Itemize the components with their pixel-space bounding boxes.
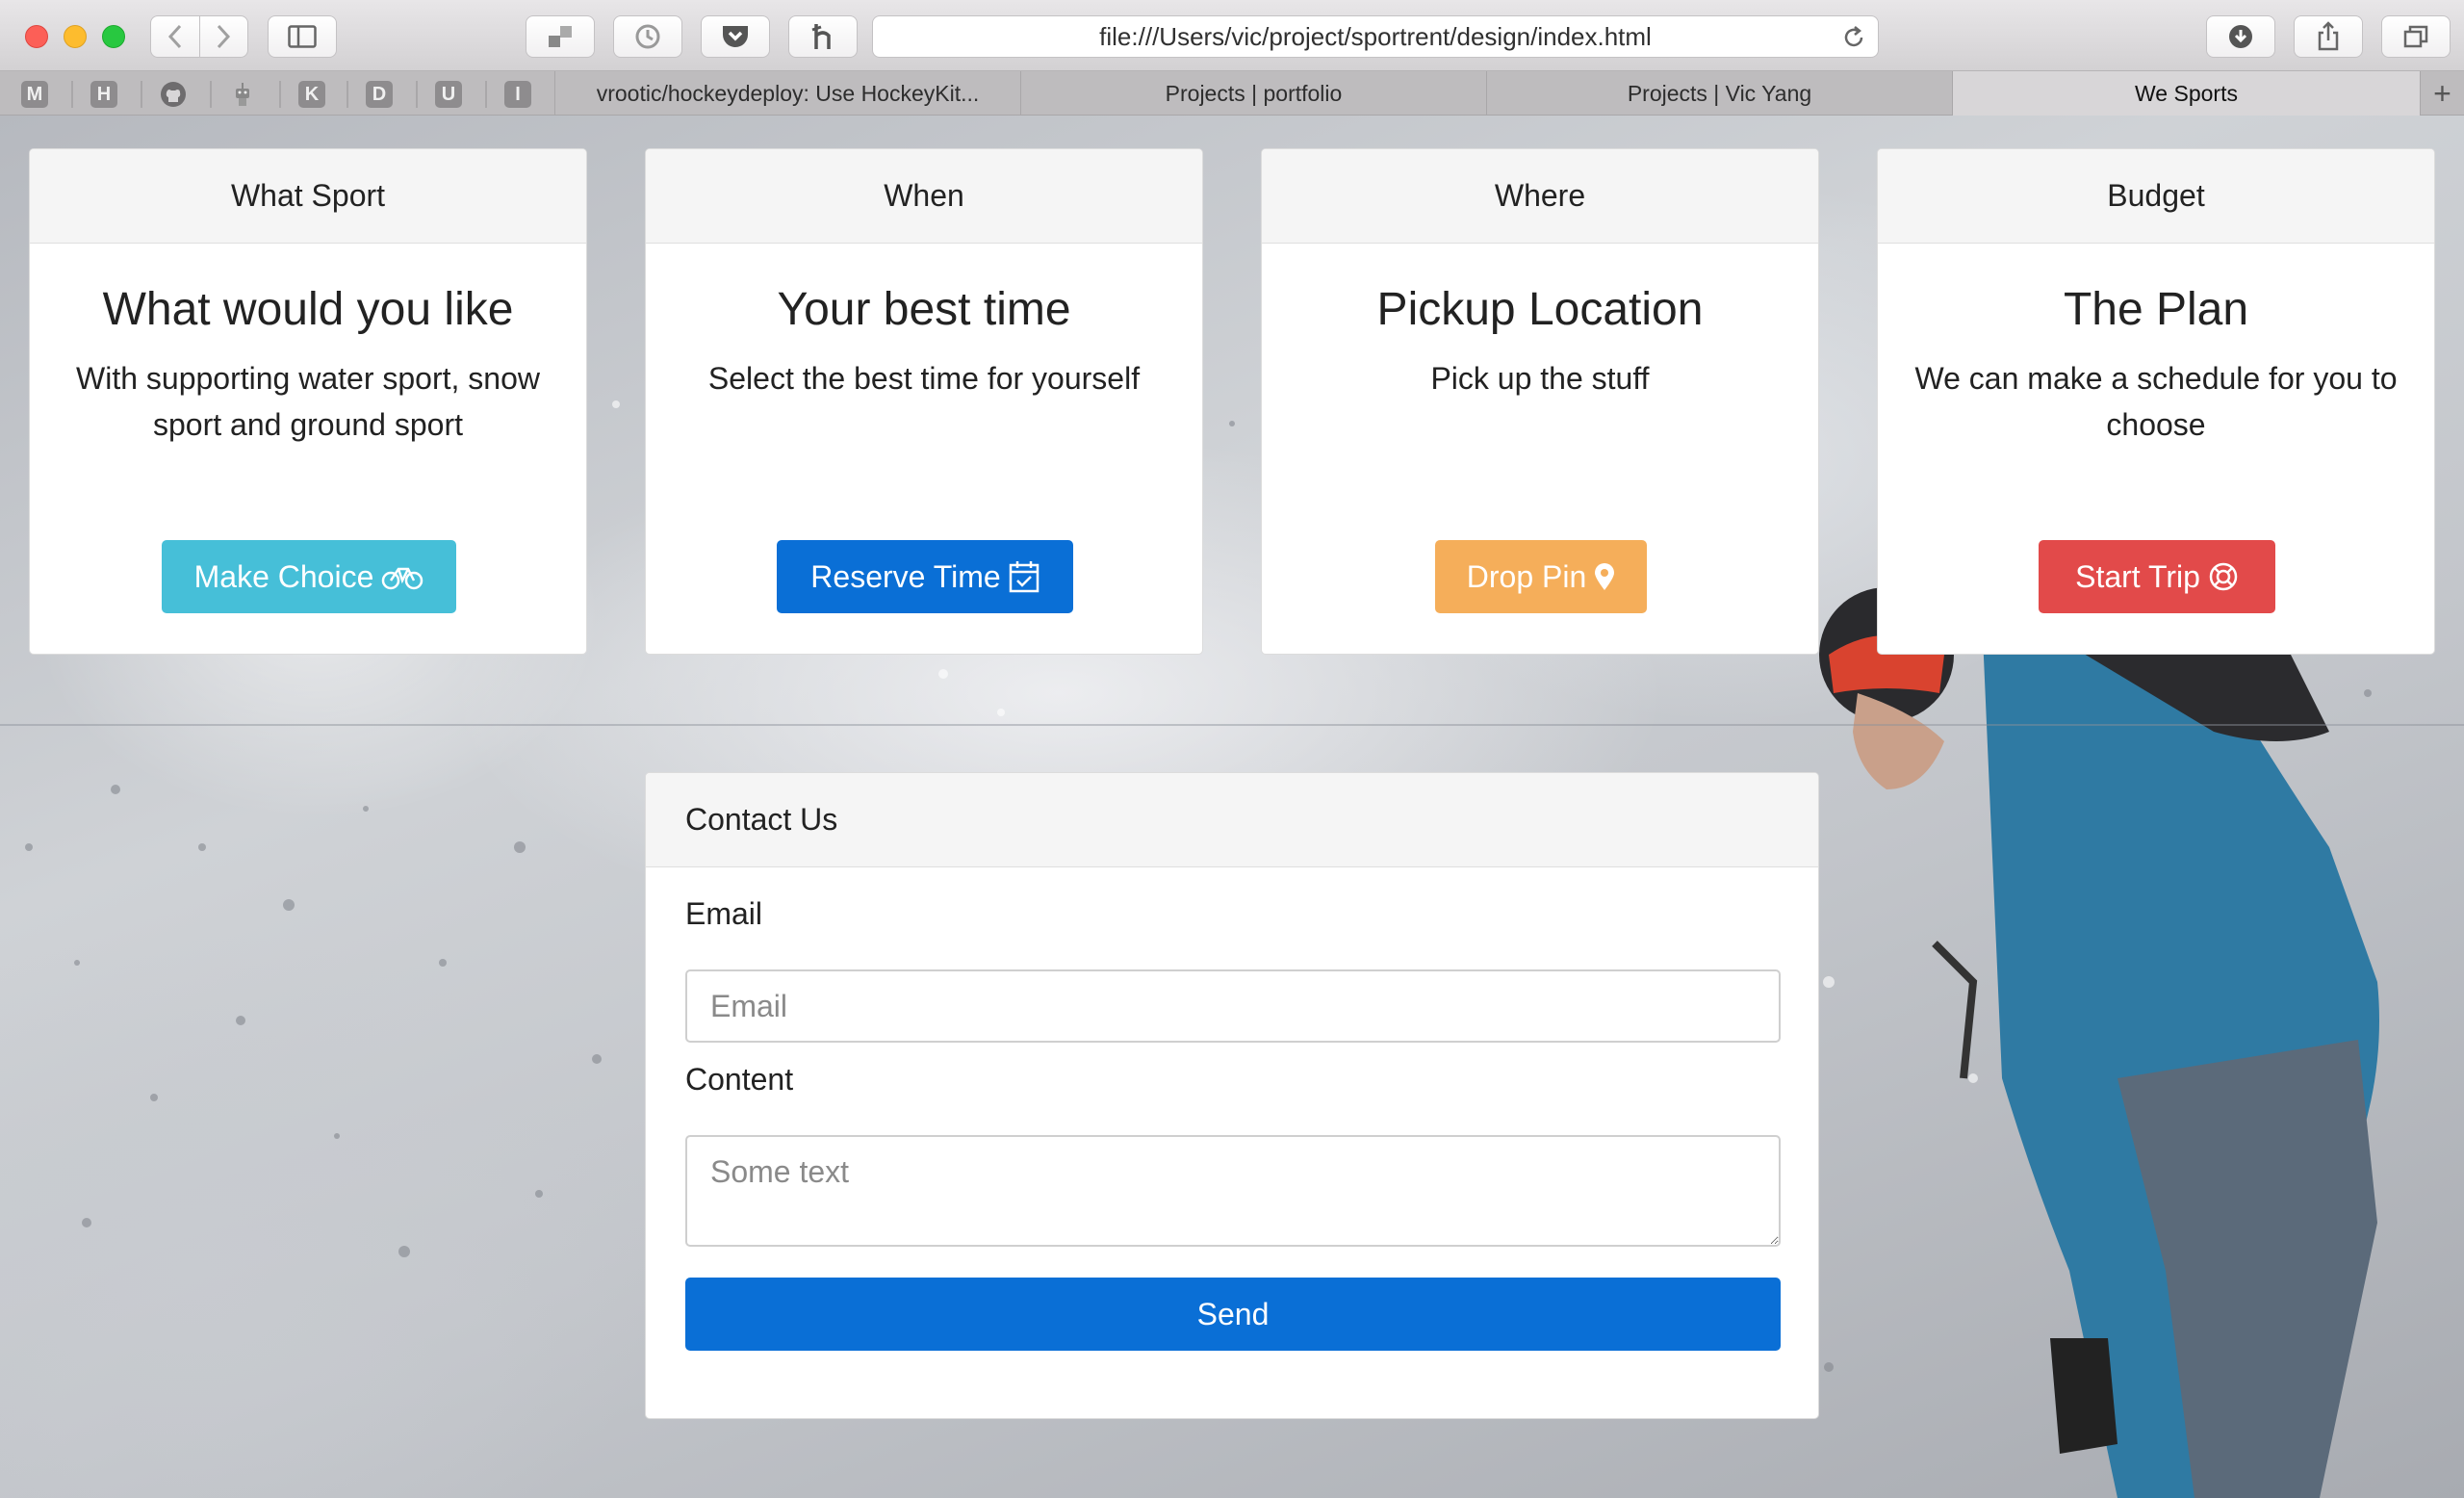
chevron-left-icon (167, 24, 181, 49)
tab-bar: M H K D U I vrootic/hockeydeploy: Use Ho… (0, 71, 2464, 116)
chevron-right-icon (218, 24, 231, 49)
sync-icon (635, 24, 660, 49)
card-title: Pickup Location (1376, 284, 1704, 335)
navigation-buttons (150, 15, 248, 58)
bookmark-github[interactable] (160, 81, 187, 108)
robot-icon (236, 83, 249, 106)
bookmark-label: D (372, 83, 387, 105)
tab-title: Projects | Vic Yang (1627, 80, 1812, 106)
tab-we-sports[interactable]: We Sports (1952, 71, 2420, 116)
card-where: Where Pickup Location Pick up the stuff … (1261, 148, 1819, 655)
bicycle-icon (382, 567, 424, 590)
new-tab-label: + (2433, 75, 2451, 111)
hacker-extension-button[interactable] (788, 15, 858, 58)
close-window-button[interactable] (25, 25, 48, 48)
url-text: file:///Users/vic/project/sportrent/desi… (1099, 21, 1652, 51)
tabs-icon (2403, 25, 2428, 48)
sidebar-button[interactable] (268, 15, 337, 58)
tab-overview-button[interactable] (2381, 15, 2451, 58)
reload-icon[interactable] (1841, 25, 1866, 50)
card-header: When (646, 149, 1202, 244)
email-label: Email (685, 896, 763, 931)
card-header: Where (1262, 149, 1818, 244)
address-bar[interactable]: file:///Users/vic/project/sportrent/desi… (872, 15, 1879, 58)
card-header: Budget (1878, 149, 2434, 244)
github-icon (161, 82, 186, 107)
card-title: Your best time (777, 284, 1071, 335)
contact-header: Contact Us (646, 773, 1818, 867)
bookmark-label: U (441, 83, 456, 105)
h-logo-icon (811, 24, 831, 49)
tab-title: Projects | portfolio (1165, 80, 1343, 106)
browser-toolbar: file:///Users/vic/project/sportrent/desi… (0, 0, 2464, 71)
downloads-button[interactable] (2206, 15, 2275, 58)
bookmark-h[interactable]: H (90, 81, 117, 108)
map-marker-icon (1595, 563, 1615, 590)
content-textarea[interactable] (685, 1135, 1781, 1247)
bookmark-label: M (26, 83, 43, 105)
bookmark-label: H (96, 83, 112, 105)
bookmark-u[interactable]: U (435, 81, 462, 108)
card-header: What Sport (30, 149, 586, 244)
minimize-window-button[interactable] (64, 25, 87, 48)
button-label: Drop Pin (1466, 558, 1587, 594)
tab-title: We Sports (2135, 80, 2238, 106)
drop-pin-button[interactable]: Drop Pin (1435, 540, 1647, 613)
card-when: When Your best time Select the best time… (645, 148, 1203, 655)
bookmark-i[interactable]: I (504, 81, 531, 108)
content-label: Content (685, 1062, 794, 1097)
card-text: Pick up the stuff (1430, 361, 1650, 396)
bookmark-label: K (304, 83, 320, 105)
pocket-icon (723, 26, 748, 47)
calendar-check-icon (1009, 561, 1039, 593)
reserve-time-button[interactable]: Reserve Time (777, 540, 1073, 613)
start-trip-button[interactable]: Start Trip (2039, 540, 2275, 613)
page-body: What Sport What would you like With supp… (0, 116, 2464, 1498)
bookmark-robot[interactable] (229, 81, 256, 108)
section-divider (0, 724, 2464, 726)
extension-button-1[interactable] (526, 15, 595, 58)
card-text: We can make a schedule for you to choose (1914, 361, 2398, 442)
forward-button[interactable] (200, 16, 248, 57)
extension-icon (549, 26, 572, 47)
email-field[interactable] (685, 969, 1781, 1043)
tab-title: vrootic/hockeydeploy: Use HockeyKit... (596, 80, 980, 106)
share-icon (2318, 21, 2339, 51)
bookmark-m[interactable]: M (21, 81, 48, 108)
card-budget: Budget The Plan We can make a schedule f… (1877, 148, 2435, 655)
download-icon (2229, 25, 2252, 48)
send-button[interactable]: Send (685, 1278, 1781, 1351)
card-text: Select the best time for yourself (707, 361, 1141, 396)
tab-portfolio[interactable]: Projects | portfolio (1020, 71, 1486, 116)
button-label: Start Trip (2075, 558, 2200, 594)
button-label: Reserve Time (810, 558, 1001, 594)
card-title: What would you like (102, 284, 514, 335)
card-what-sport: What Sport What would you like With supp… (29, 148, 587, 655)
bookmark-d[interactable]: D (366, 81, 393, 108)
contact-card: Contact Us Email Content Send (645, 772, 1819, 1419)
new-tab-button[interactable]: + (2420, 71, 2464, 116)
zoom-window-button[interactable] (102, 25, 125, 48)
life-ring-icon (2209, 562, 2238, 591)
card-text: With supporting water sport, snow sport … (76, 361, 540, 442)
bookmark-label: I (515, 83, 521, 105)
tab-hockeydeploy[interactable]: vrootic/hockeydeploy: Use HockeyKit... (554, 71, 1020, 116)
bookmark-k[interactable]: K (298, 81, 325, 108)
button-label: Make Choice (193, 558, 374, 594)
snowboarder-figure (1819, 576, 2379, 1498)
extension-button-2[interactable] (613, 15, 682, 58)
sidebar-icon (288, 25, 317, 48)
share-button[interactable] (2294, 15, 2363, 58)
back-button[interactable] (151, 16, 199, 57)
card-title: The Plan (2063, 284, 2249, 335)
tab-vic-yang[interactable]: Projects | Vic Yang (1486, 71, 1952, 116)
pocket-button[interactable] (701, 15, 770, 58)
make-choice-button[interactable]: Make Choice (162, 540, 456, 613)
